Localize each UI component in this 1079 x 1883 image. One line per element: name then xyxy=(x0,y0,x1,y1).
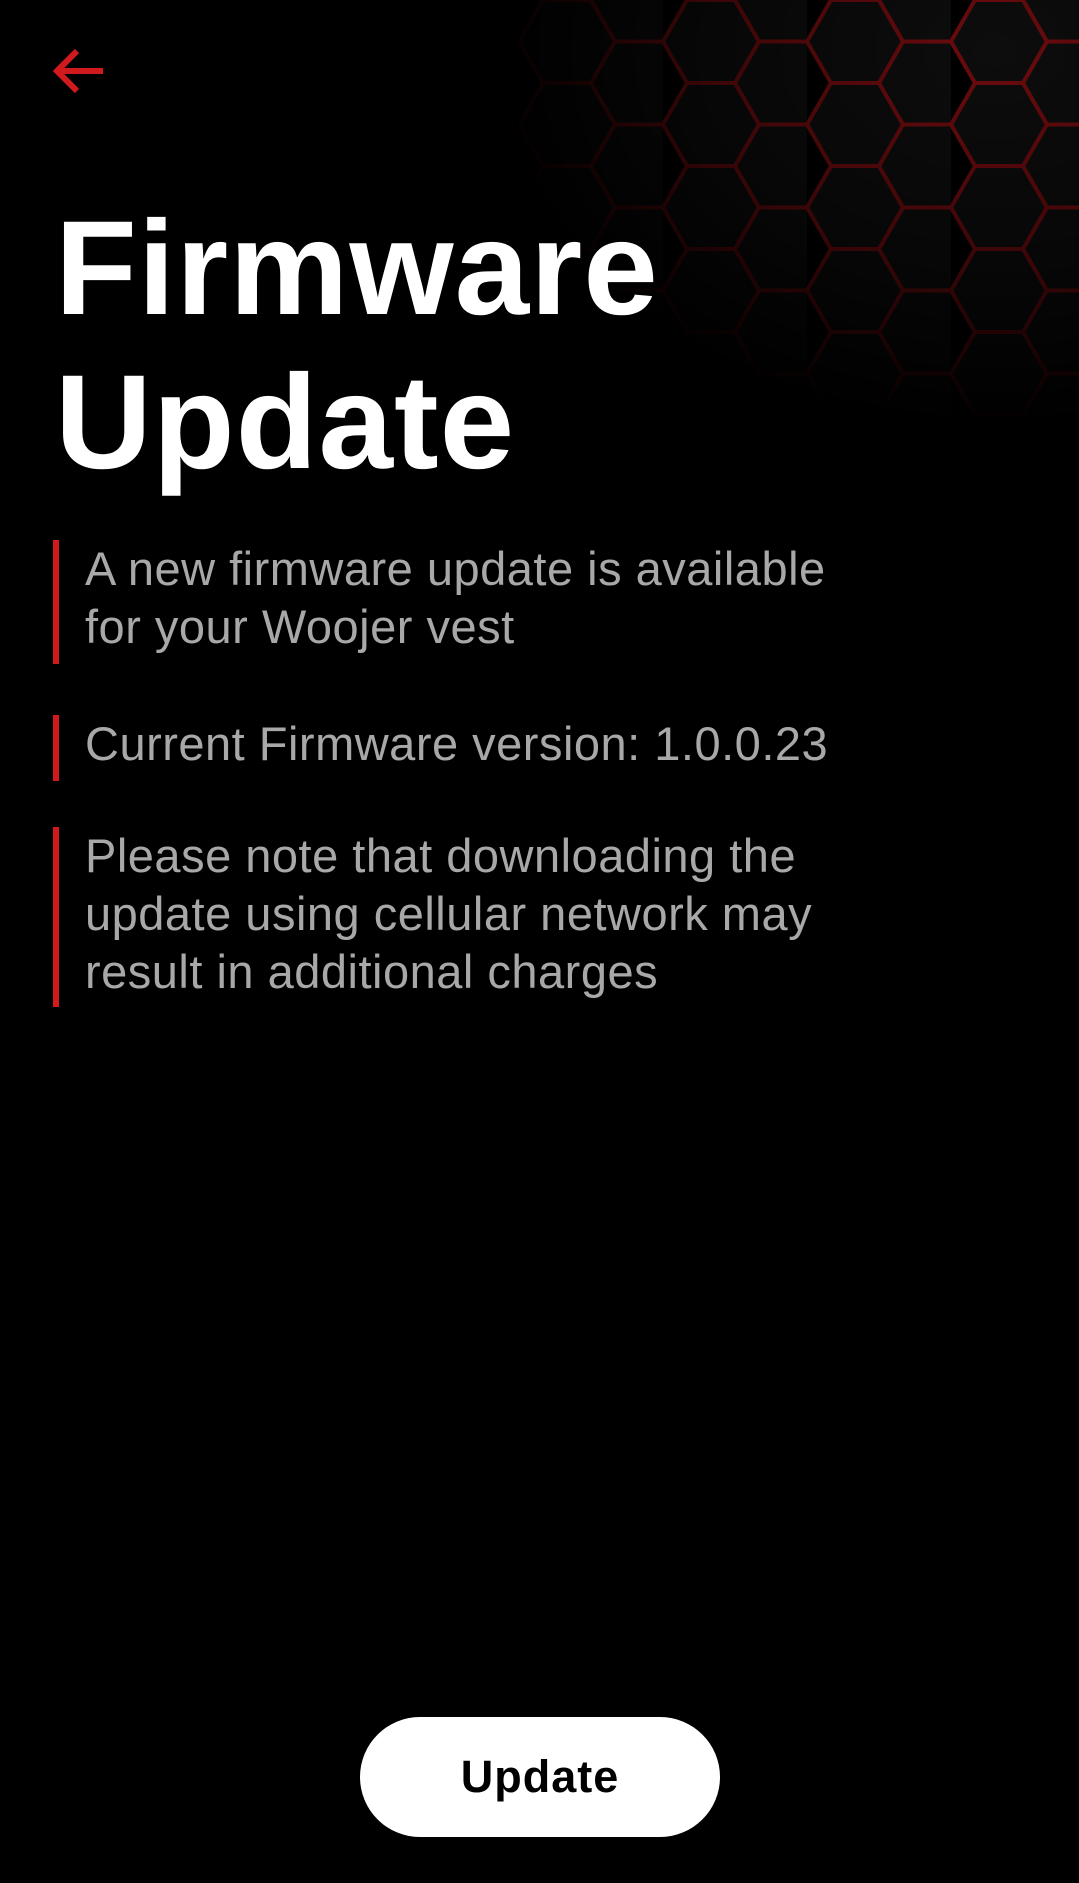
note-line: update using cellular network may xyxy=(85,887,813,940)
current-version-note: Current Firmware version: 1.0.0.23 xyxy=(53,715,1013,781)
note-line: A new firmware update is available xyxy=(85,542,826,595)
cellular-charges-note: Please note that downloading the update … xyxy=(53,827,1013,1007)
note-line: result in additional charges xyxy=(85,945,659,998)
page-title: Firmware Update xyxy=(55,192,659,500)
page-title-line-1: Firmware xyxy=(55,194,659,343)
arrow-left-icon xyxy=(52,47,105,100)
back-button[interactable] xyxy=(44,44,114,102)
note-line: Current Firmware version: 1.0.0.23 xyxy=(85,717,829,770)
note-line: Please note that downloading the xyxy=(85,829,797,882)
info-notes: A new firmware update is available for y… xyxy=(53,540,1013,1058)
note-line: for your Woojer vest xyxy=(85,600,515,653)
page-title-line-2: Update xyxy=(55,348,516,497)
update-available-note: A new firmware update is available for y… xyxy=(53,540,1013,664)
update-button[interactable]: Update xyxy=(360,1717,720,1837)
